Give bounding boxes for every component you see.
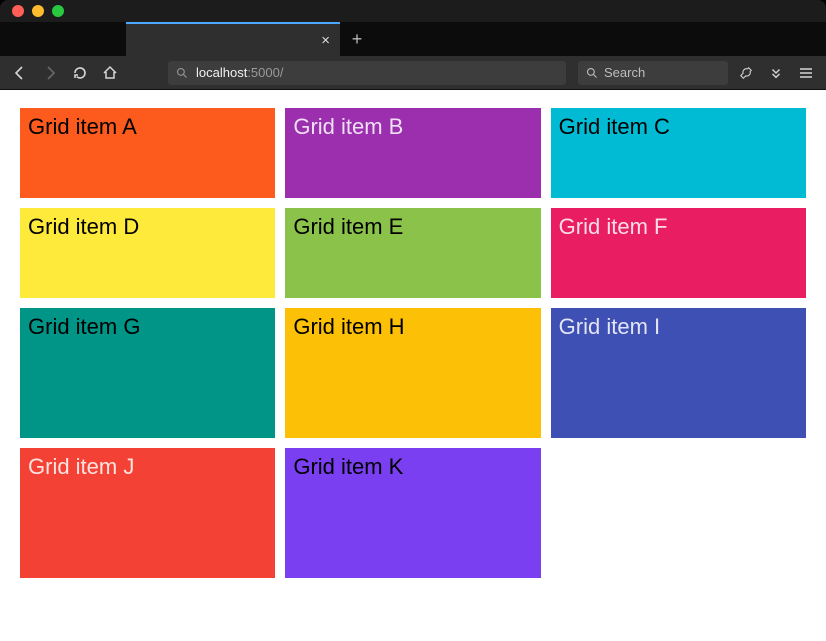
grid-item-label: Grid item G — [28, 314, 140, 339]
url-text: localhost:5000/ — [196, 65, 283, 80]
grid-item: Grid item K — [285, 448, 540, 578]
grid-item: Grid item J — [20, 448, 275, 578]
forward-button[interactable] — [38, 61, 62, 85]
search-placeholder: Search — [604, 65, 645, 80]
navigation-toolbar: localhost:5000/ Search — [0, 56, 826, 90]
window-controls — [12, 5, 64, 17]
grid-item: Grid item A — [20, 108, 275, 198]
page-viewport: Grid item A Grid item B Grid item C Grid it… — [0, 90, 826, 641]
grid-item-label: Grid item H — [293, 314, 404, 339]
grid-item-label: Grid item E — [293, 214, 403, 239]
grid-item: Grid item D — [20, 208, 275, 298]
grid-item: Grid item E — [285, 208, 540, 298]
grid-item: Grid item C — [551, 108, 806, 198]
menu-button[interactable] — [794, 61, 818, 85]
tab-active[interactable]: × — [126, 22, 340, 56]
url-bar[interactable]: localhost:5000/ — [168, 61, 566, 85]
new-tab-button[interactable]: + — [340, 22, 374, 56]
search-bar[interactable]: Search — [578, 61, 728, 85]
back-button[interactable] — [8, 61, 32, 85]
minimize-window-button[interactable] — [32, 5, 44, 17]
grid-item-label: Grid item D — [28, 214, 139, 239]
zoom-window-button[interactable] — [52, 5, 64, 17]
grid-item-label: Grid item J — [28, 454, 134, 479]
reload-button[interactable] — [68, 61, 92, 85]
grid-item-label: Grid item A — [28, 114, 137, 139]
home-button[interactable] — [98, 61, 122, 85]
grid-item: Grid item B — [285, 108, 540, 198]
grid-item-label: Grid item C — [559, 114, 670, 139]
developer-button[interactable] — [734, 61, 758, 85]
search-icon — [176, 67, 188, 79]
grid-item-label: Grid item B — [293, 114, 403, 139]
grid-item: Grid item F — [551, 208, 806, 298]
grid-item: Grid item H — [285, 308, 540, 438]
window-titlebar — [0, 0, 826, 22]
grid-item: Grid item I — [551, 308, 806, 438]
close-window-button[interactable] — [12, 5, 24, 17]
close-tab-icon[interactable]: × — [321, 33, 330, 48]
grid-item: Grid item G — [20, 308, 275, 438]
css-grid-demo: Grid item A Grid item B Grid item C Grid it… — [20, 108, 806, 578]
grid-item-label: Grid item F — [559, 214, 668, 239]
grid-item-label: Grid item K — [293, 454, 403, 479]
grid-item-label: Grid item I — [559, 314, 660, 339]
overflow-button[interactable] — [764, 61, 788, 85]
tabstrip-spacer — [0, 22, 126, 56]
search-icon — [586, 67, 598, 79]
tab-strip: × + — [0, 22, 826, 56]
